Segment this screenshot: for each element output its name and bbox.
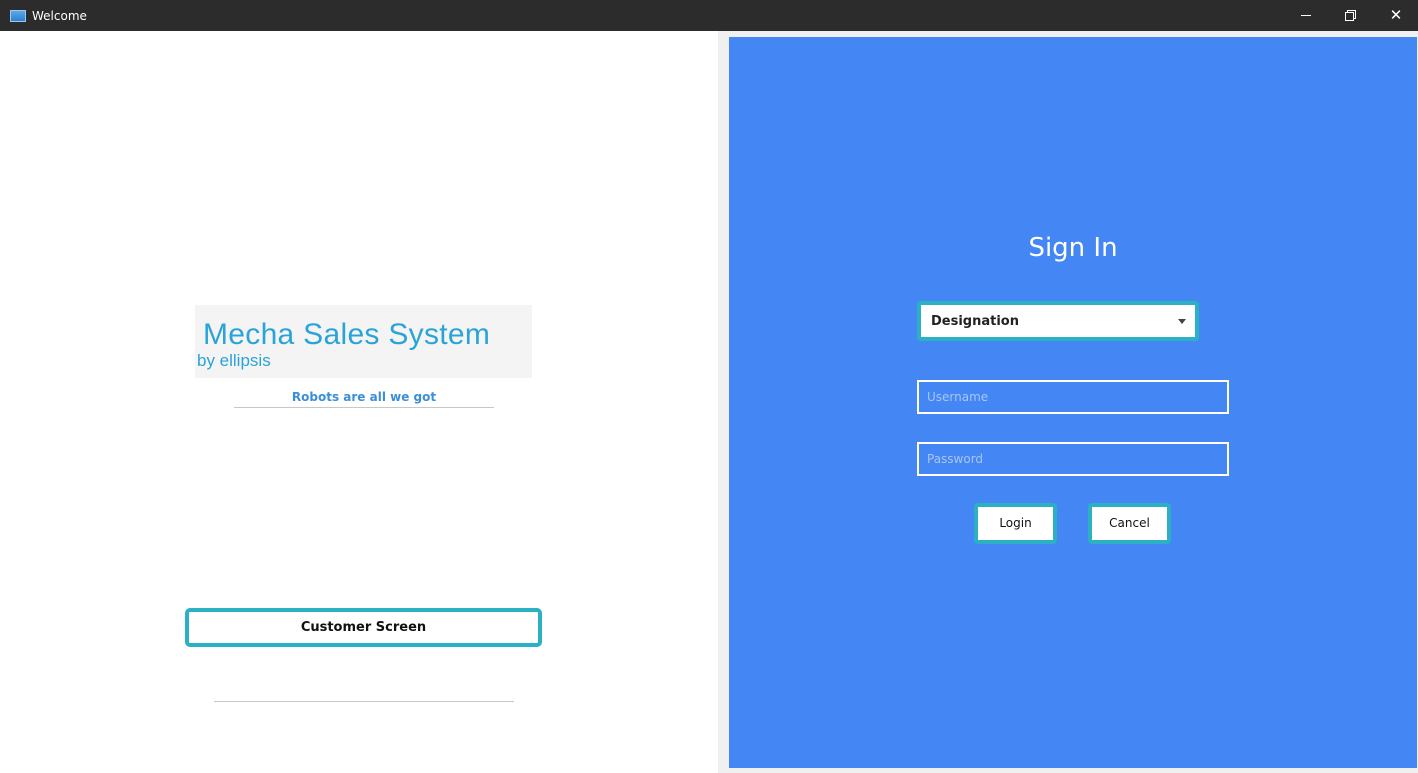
logo-title: Mecha Sales System bbox=[203, 318, 491, 351]
welcome-panel: Mecha Sales System by ellipsis Robots ar… bbox=[0, 31, 718, 773]
logo-subtitle: by ellipsis bbox=[197, 351, 271, 370]
cancel-button[interactable]: Cancel bbox=[1088, 503, 1171, 544]
close-icon: ✕ bbox=[1389, 6, 1403, 24]
designation-dropdown[interactable]: Designation bbox=[917, 301, 1199, 341]
designation-selected-value: Designation bbox=[931, 314, 1019, 329]
window-title: Welcome bbox=[32, 9, 87, 23]
title-bar: Welcome ✕ bbox=[0, 0, 1418, 31]
app-logo: Mecha Sales System by ellipsis bbox=[195, 305, 532, 378]
bottom-divider bbox=[214, 701, 514, 702]
minimize-button[interactable] bbox=[1283, 0, 1329, 31]
login-button[interactable]: Login bbox=[974, 503, 1057, 544]
customer-screen-button[interactable]: Customer Screen bbox=[185, 608, 542, 647]
username-input[interactable] bbox=[917, 380, 1229, 414]
close-button[interactable]: ✕ bbox=[1373, 0, 1418, 31]
tagline: Robots are all we got bbox=[291, 390, 437, 404]
restore-button[interactable] bbox=[1328, 0, 1374, 31]
password-input[interactable] bbox=[917, 442, 1229, 476]
minimize-icon bbox=[1301, 15, 1311, 16]
chevron-down-icon bbox=[1178, 319, 1186, 324]
restore-icon-front bbox=[1345, 12, 1354, 21]
tagline-divider bbox=[234, 407, 494, 408]
sign-in-panel: Sign In Designation Login Cancel bbox=[729, 37, 1417, 768]
app-icon bbox=[10, 10, 26, 22]
sign-in-title: Sign In bbox=[1028, 233, 1118, 263]
